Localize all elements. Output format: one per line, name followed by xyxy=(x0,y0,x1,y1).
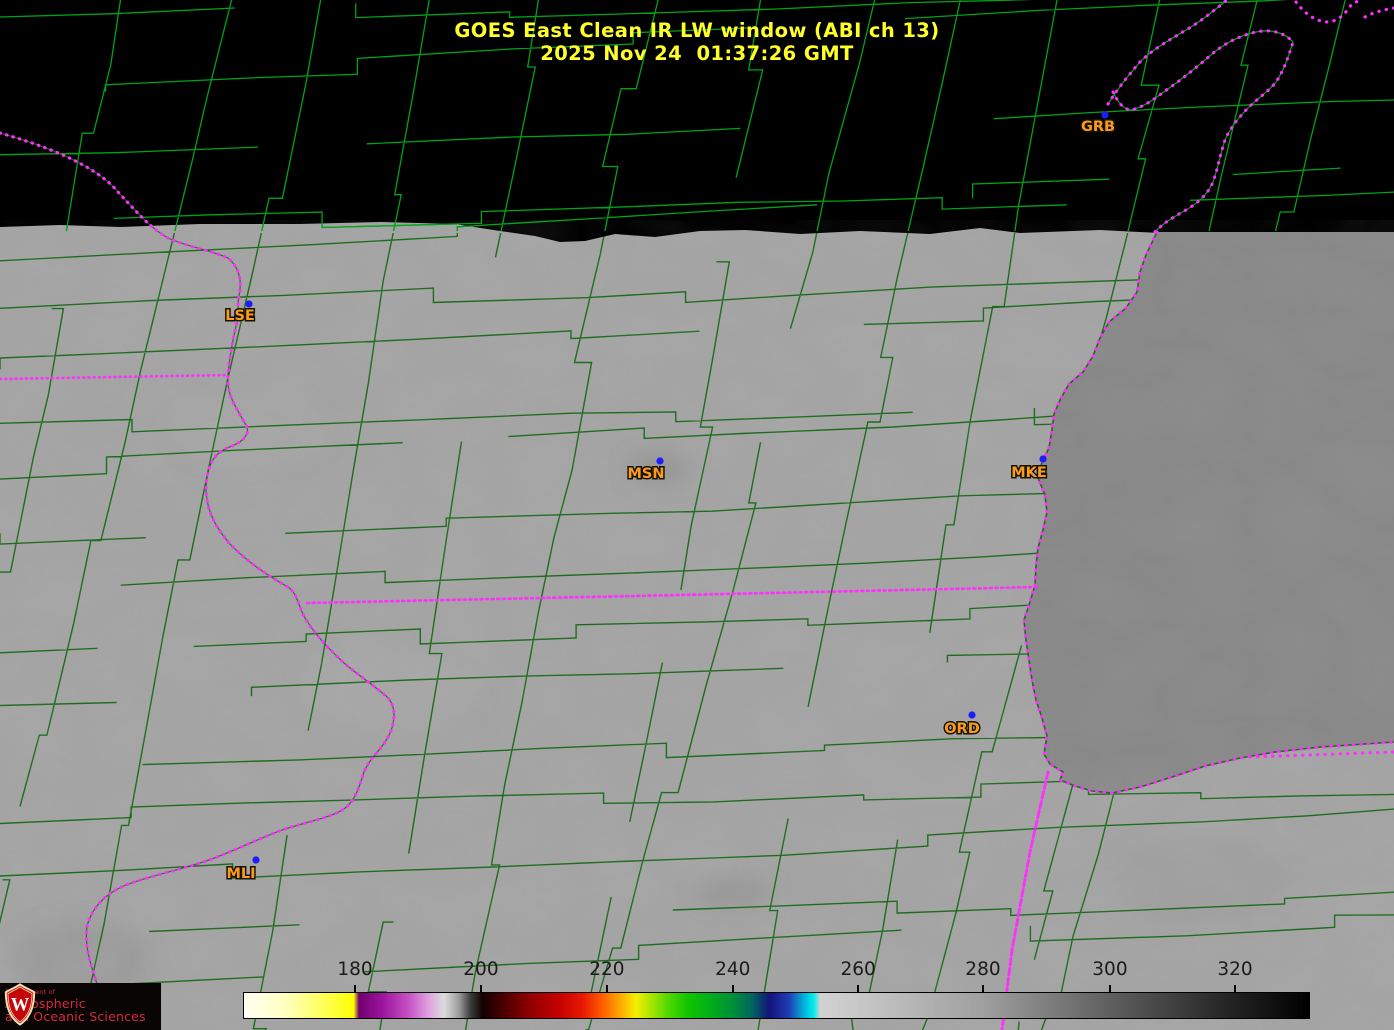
colorbar-tick xyxy=(982,985,984,992)
colorbar-tick-label: 240 xyxy=(698,959,768,980)
colorbar-tick-label: 200 xyxy=(446,959,516,980)
city-label: MKE xyxy=(1011,465,1047,481)
cold-cloud-region xyxy=(0,0,1394,242)
colorbar-tick-label: 280 xyxy=(948,959,1018,980)
uw-aos-logo: W Department of Atmospheric and Oceanic … xyxy=(0,983,161,1030)
city-label: ORD xyxy=(944,721,980,737)
colorbar-tick-label: 180 xyxy=(320,959,390,980)
city-dot xyxy=(252,856,259,863)
city-dot xyxy=(656,457,663,464)
city-label: LSE xyxy=(225,308,255,324)
city-dot xyxy=(245,300,252,307)
colorbar-tick-label: 300 xyxy=(1075,959,1145,980)
colorbar-tick xyxy=(354,985,356,992)
city-dot xyxy=(968,711,975,718)
colorbar-tick xyxy=(857,985,859,992)
uw-crest-icon: W xyxy=(3,983,37,1026)
colorbar-tick xyxy=(732,985,734,992)
colorbar-tick-label: 220 xyxy=(572,959,642,980)
city-label: MLI xyxy=(226,866,255,882)
satellite-map: GRB LSE MSN MKE ORD MLI xyxy=(0,0,1394,1030)
city-dot xyxy=(1039,455,1046,462)
image-grain xyxy=(0,220,1394,1030)
city-label: MSN xyxy=(627,466,664,482)
colorbar-tick-label: 320 xyxy=(1200,959,1270,980)
colorbar-tick xyxy=(606,985,608,992)
colorbar-tick xyxy=(480,985,482,992)
city-dot xyxy=(1101,111,1108,118)
colorbar-tick xyxy=(1109,985,1111,992)
crest-letter: W xyxy=(11,994,30,1015)
colorbar-tick-label: 260 xyxy=(823,959,893,980)
colorbar-tick xyxy=(1234,985,1236,992)
goes-ir-viewer: GRBLSEMSNMKEORDMLI GOES East Clean IR LW… xyxy=(0,0,1394,1030)
city-label: GRB xyxy=(1081,119,1115,135)
temperature-colorbar xyxy=(243,992,1310,1019)
